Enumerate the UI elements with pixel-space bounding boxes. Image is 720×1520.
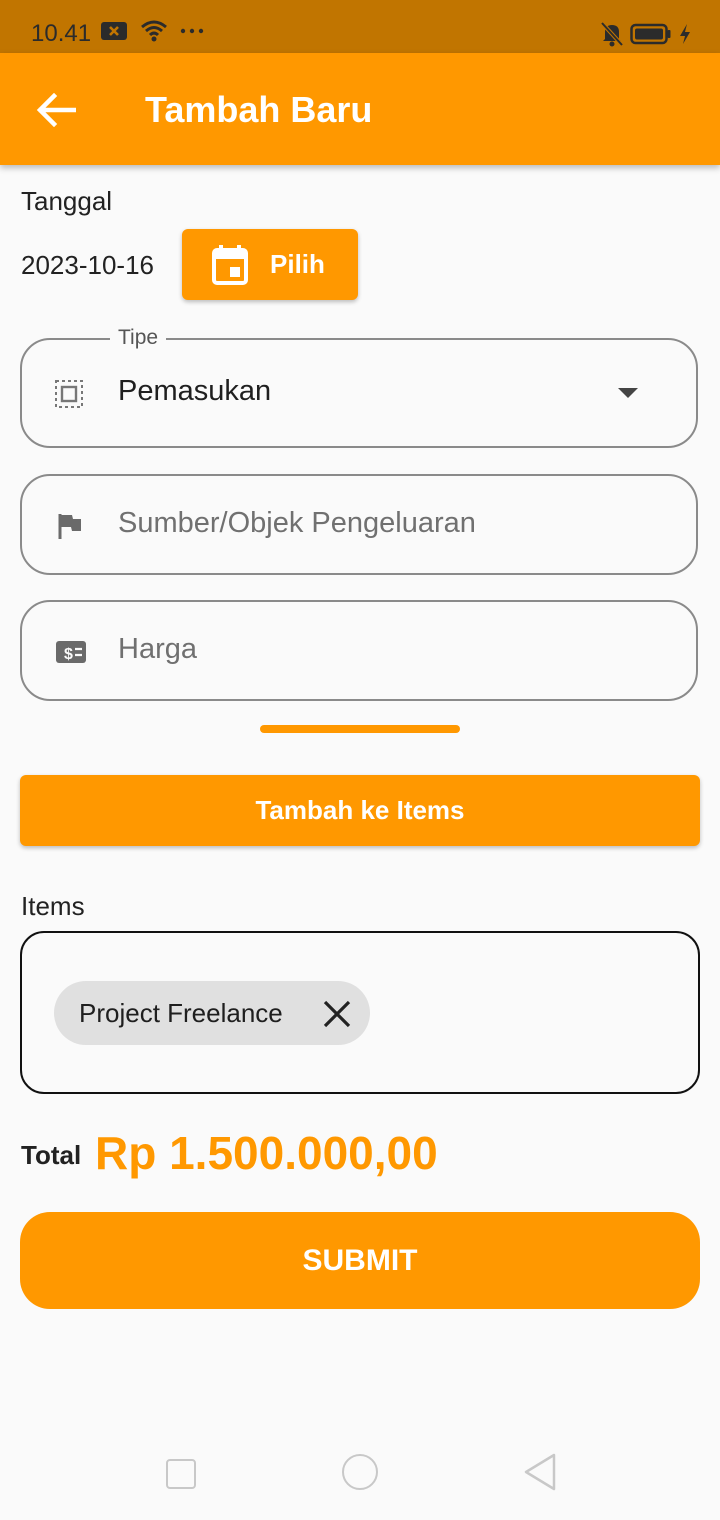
source-input[interactable]: Sumber/Objek Pengeluaran bbox=[20, 474, 698, 575]
items-label: Items bbox=[21, 891, 85, 921]
recent-apps-icon[interactable] bbox=[166, 1459, 196, 1489]
status-bar: 10.41 bbox=[0, 0, 720, 53]
caret-down-icon[interactable] bbox=[618, 388, 638, 398]
submit-button[interactable]: SUBMIT bbox=[20, 1212, 700, 1309]
price-tag-icon: $ bbox=[56, 641, 86, 663]
system-nav-bar bbox=[0, 1420, 720, 1520]
date-label: Tanggal bbox=[21, 186, 113, 216]
type-legend: Tipe bbox=[110, 326, 167, 350]
wifi-icon bbox=[141, 20, 167, 42]
app-bar: Tambah Baru bbox=[0, 53, 720, 165]
type-dropdown[interactable]: Tipe Pemasukan bbox=[20, 326, 698, 448]
date-value: 2023-10-16 bbox=[21, 250, 154, 280]
divider-bar bbox=[260, 725, 460, 733]
arrow-left-icon[interactable] bbox=[36, 93, 76, 127]
close-icon[interactable] bbox=[322, 999, 352, 1029]
total-value: Rp 1.500.000,00 bbox=[95, 1127, 438, 1179]
pick-button-label: Pilih bbox=[270, 249, 325, 279]
page-title: Tambah Baru bbox=[145, 89, 373, 130]
x-badge-icon bbox=[101, 22, 127, 40]
items-box: Project Freelance bbox=[20, 931, 700, 1094]
svg-text:$: $ bbox=[64, 646, 73, 663]
flag-icon bbox=[58, 514, 81, 539]
type-value: Pemasukan bbox=[118, 375, 272, 407]
back-triangle-icon[interactable] bbox=[522, 1453, 558, 1491]
source-placeholder: Sumber/Objek Pengeluaran bbox=[118, 507, 476, 539]
pick-date-button[interactable]: Pilih bbox=[182, 229, 358, 300]
battery-icon bbox=[630, 23, 671, 45]
status-time: 10.41 bbox=[31, 20, 92, 47]
item-chip[interactable]: Project Freelance bbox=[54, 981, 370, 1045]
calendar-icon bbox=[212, 244, 248, 285]
bell-off-icon bbox=[600, 21, 624, 47]
add-to-items-button[interactable]: Tambah ke Items bbox=[20, 775, 700, 846]
price-placeholder: Harga bbox=[118, 633, 197, 665]
more-dots-icon bbox=[180, 28, 204, 34]
price-input[interactable]: $ Harga bbox=[20, 600, 698, 701]
total-label: Total bbox=[21, 1140, 82, 1170]
home-icon[interactable] bbox=[342, 1454, 378, 1490]
item-chip-label: Project Freelance bbox=[79, 997, 283, 1028]
charging-icon bbox=[680, 24, 690, 44]
select-all-icon bbox=[55, 380, 83, 408]
